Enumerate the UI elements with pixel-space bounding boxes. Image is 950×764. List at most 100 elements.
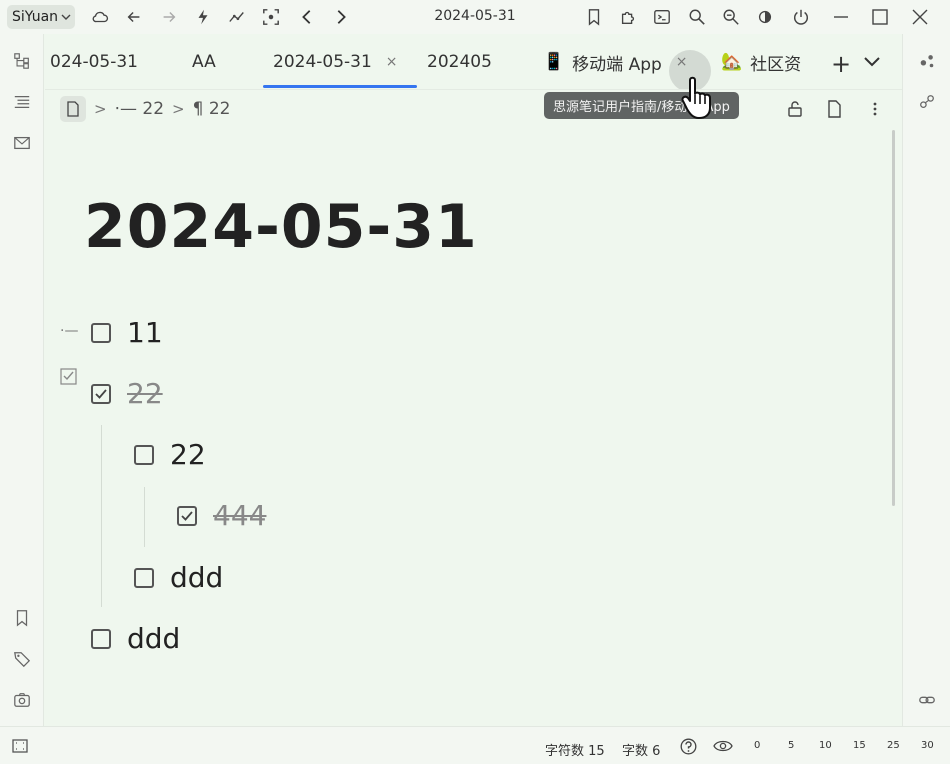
app-name: SiYuan (12, 9, 59, 25)
task-text[interactable]: 11 (127, 316, 163, 349)
task-checkbox[interactable] (134, 444, 154, 465)
hand-cursor-icon (681, 76, 711, 119)
task-text[interactable]: 22 (170, 438, 206, 471)
task-text[interactable]: ddd (127, 622, 180, 655)
terminal-icon[interactable] (651, 6, 673, 28)
task-checkbox[interactable] (91, 628, 111, 649)
graph-icon[interactable] (226, 6, 248, 28)
outline-icon[interactable] (11, 91, 33, 113)
tab-active[interactable]: 2024-05-31 × (273, 34, 398, 89)
breadcrumb-separator: > (94, 100, 107, 118)
graph-view-icon[interactable] (916, 50, 938, 72)
tag-icon[interactable] (11, 648, 33, 670)
link-icon[interactable] (916, 689, 938, 711)
breadcrumb-item-paragraph[interactable]: ¶ 22 (193, 99, 231, 119)
tab-list-chevron-icon[interactable] (863, 52, 881, 74)
plugin-icon[interactable] (617, 6, 639, 28)
tab-label: 社区资 (750, 54, 802, 75)
zoom-mark[interactable]: 30 (921, 740, 934, 751)
task-item: 22 (91, 377, 163, 410)
task-item: 22 (134, 438, 206, 471)
tab-5[interactable]: 📱 移动端 App × (543, 34, 688, 89)
breadcrumb-item-list[interactable]: ⋅— 22 (115, 99, 164, 119)
more-icon[interactable] (865, 99, 885, 119)
bookmarks-icon[interactable] (11, 607, 33, 629)
chevron-right-icon[interactable] (330, 6, 352, 28)
chevron-down-icon (61, 14, 71, 20)
list-gutter-icon[interactable]: ⋅— (60, 323, 78, 339)
focus-icon[interactable] (260, 6, 282, 28)
editor-scrollbar[interactable] (892, 130, 895, 506)
zoom-mark[interactable]: 0 (754, 740, 760, 751)
lightning-icon[interactable] (192, 6, 214, 28)
task-checkbox[interactable] (91, 322, 111, 343)
phone-icon: 📱 (543, 52, 565, 72)
tab-2[interactable]: AA (192, 34, 216, 89)
doc-info-icon[interactable] (824, 99, 844, 119)
theme-mode-icon[interactable] (754, 6, 776, 28)
close-window-icon[interactable] (908, 5, 932, 29)
forward-arrow-icon[interactable] (158, 6, 180, 28)
back-arrow-icon[interactable] (123, 6, 145, 28)
maximize-icon[interactable] (868, 5, 892, 29)
tab-4[interactable]: 202405 (427, 34, 492, 89)
house-icon: 🏡 (721, 52, 743, 72)
backlinks-icon[interactable] (916, 91, 938, 113)
indent-guide (144, 487, 145, 547)
zoom-mark[interactable]: 15 (853, 740, 866, 751)
task-gutter-icon[interactable] (60, 368, 77, 389)
right-dock (902, 34, 950, 726)
task-checkbox[interactable] (91, 383, 111, 404)
window-title: 2024-05-31 (434, 8, 516, 24)
tab-1[interactable]: 024-05-31 (50, 34, 138, 89)
new-tab-button[interactable]: + (831, 50, 851, 78)
indent-guide (101, 425, 102, 607)
document-icon[interactable] (60, 96, 86, 122)
help-icon[interactable] (680, 738, 697, 759)
app-menu-button[interactable]: SiYuan (7, 5, 76, 29)
power-icon[interactable] (790, 6, 812, 28)
top-toolbar: SiYuan 2024-05-31 (0, 0, 950, 34)
breadcrumb: > ⋅— 22 > ¶ 22 (60, 96, 230, 122)
dock-toggle-icon[interactable] (11, 737, 29, 759)
task-item: ddd (91, 622, 180, 655)
tab-6[interactable]: 🏡 社区资 (721, 34, 802, 89)
tab-close-icon[interactable]: × (386, 54, 398, 70)
breadcrumb-separator: > (172, 100, 185, 118)
status-bar: 字符数 15 字数 6 0 5 10 15 25 30 (0, 726, 950, 764)
file-tree-icon[interactable] (11, 50, 33, 72)
readonly-lock-icon[interactable] (785, 99, 805, 119)
tab-label: 024-05-31 (50, 52, 138, 72)
tab-bar: 024-05-31 AA 2024-05-31 × 202405 📱 移动端 A… (45, 34, 902, 90)
document-title[interactable]: 2024-05-31 (84, 192, 478, 262)
char-count: 字符数 15 (545, 744, 605, 759)
zoom-out-icon[interactable] (720, 6, 742, 28)
task-text[interactable]: ddd (170, 561, 223, 594)
cloud-sync-icon[interactable] (89, 6, 111, 28)
task-checkbox[interactable] (134, 567, 154, 588)
tab-label: 2024-05-31 (273, 52, 372, 72)
zoom-mark[interactable]: 10 (819, 740, 832, 751)
left-dock (0, 34, 44, 726)
task-checkbox[interactable] (177, 505, 197, 526)
active-tab-indicator (263, 85, 417, 88)
word-count: 字数 6 (622, 744, 661, 759)
check-icon (181, 510, 193, 521)
search-icon[interactable] (686, 6, 708, 28)
zoom-mark[interactable]: 25 (887, 740, 900, 751)
zoom-mark[interactable]: 5 (788, 740, 794, 751)
task-text[interactable]: 22 (127, 377, 163, 410)
tab-close-icon[interactable]: × (676, 54, 688, 70)
minimize-icon[interactable] (829, 5, 853, 29)
camera-icon[interactable] (11, 689, 33, 711)
bookmark-icon[interactable] (583, 6, 605, 28)
inbox-icon[interactable] (11, 132, 33, 154)
tab-label: 移动端 App (572, 54, 662, 75)
tab-label: 202405 (427, 52, 492, 72)
eye-icon[interactable] (713, 738, 733, 758)
chevron-left-icon[interactable] (296, 6, 318, 28)
check-icon (95, 388, 107, 399)
task-text[interactable]: 444 (213, 499, 266, 532)
task-item: 444 (177, 499, 266, 532)
tab-label: AA (192, 52, 216, 72)
